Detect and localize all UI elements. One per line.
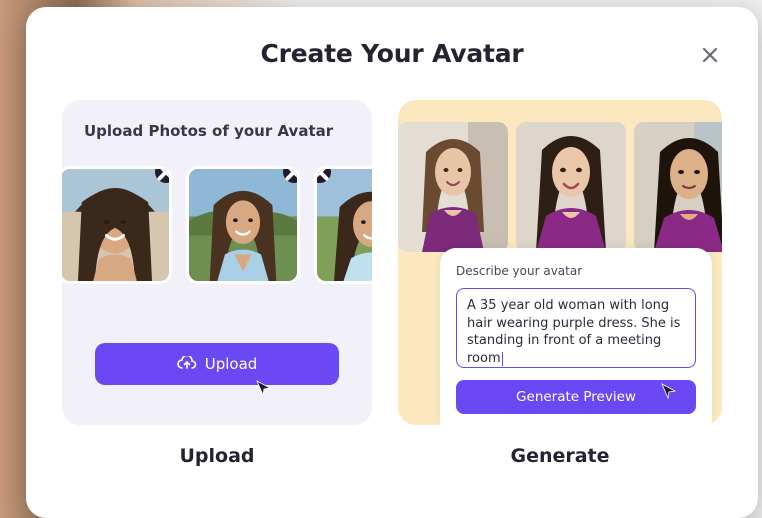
prompt-input[interactable]: A 35 year old woman with long hair weari…	[456, 288, 696, 368]
modal-title: Create Your Avatar	[62, 39, 722, 68]
generate-sample	[634, 122, 722, 252]
close-icon	[314, 166, 331, 183]
generate-sample	[516, 122, 626, 252]
close-icon	[283, 166, 300, 183]
generate-card: Describe your avatar A 35 year old woman…	[398, 100, 722, 425]
option-label-upload: Upload	[179, 445, 254, 467]
delete-thumb-button[interactable]	[155, 166, 172, 183]
generate-sample-row	[398, 122, 722, 252]
option-label-generate: Generate	[510, 445, 609, 467]
upload-thumb[interactable]	[314, 166, 372, 284]
upload-button[interactable]: Upload	[95, 343, 339, 385]
delete-thumb-button[interactable]	[314, 166, 331, 183]
upload-thumbnails	[62, 166, 372, 284]
prompt-label: Describe your avatar	[456, 264, 696, 278]
generate-preview-button[interactable]: Generate Preview	[456, 380, 696, 414]
cloud-upload-icon	[177, 356, 197, 372]
close-button[interactable]	[696, 41, 724, 69]
close-icon	[701, 46, 719, 64]
generate-sample	[398, 122, 508, 252]
close-icon	[155, 166, 172, 183]
upload-thumb[interactable]	[62, 166, 172, 284]
upload-card: Upload Photos of your Avatar	[62, 100, 372, 425]
text-caret	[502, 352, 503, 366]
prompt-panel: Describe your avatar A 35 year old woman…	[440, 248, 712, 425]
option-row: Upload Photos of your Avatar	[62, 100, 722, 498]
upload-heading: Upload Photos of your Avatar	[62, 122, 372, 140]
cursor-icon	[660, 382, 678, 400]
option-generate[interactable]: Describe your avatar A 35 year old woman…	[398, 100, 722, 498]
upload-thumb[interactable]	[186, 166, 300, 284]
create-avatar-modal: Create Your Avatar Upload Photos of your…	[26, 7, 758, 518]
prompt-text: A 35 year old woman with long hair weari…	[467, 298, 680, 366]
cursor-icon	[255, 379, 273, 397]
delete-thumb-button[interactable]	[283, 166, 300, 183]
option-upload[interactable]: Upload Photos of your Avatar	[62, 100, 372, 498]
upload-button-label: Upload	[205, 355, 258, 373]
generate-button-label: Generate Preview	[516, 389, 636, 405]
